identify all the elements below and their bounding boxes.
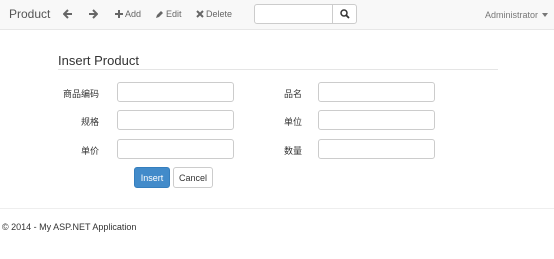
delete-label: Delete <box>206 9 233 19</box>
footer-divider <box>0 208 554 209</box>
unit-price-input[interactable] <box>117 139 234 159</box>
user-menu[interactable]: Administrator <box>485 10 548 20</box>
quantity-input[interactable] <box>318 139 435 159</box>
search-icon <box>339 9 350 19</box>
form-title: Insert Product <box>58 53 139 68</box>
search-button[interactable] <box>332 4 357 24</box>
edit-button[interactable]: Edit <box>155 9 182 19</box>
product-code-input[interactable] <box>117 82 234 102</box>
insert-button[interactable]: Insert <box>134 167 170 188</box>
navbar: Product Add Edit Delete Administrator <box>0 0 554 30</box>
arrow-right-icon <box>89 9 98 19</box>
back-button[interactable] <box>63 9 73 19</box>
plus-icon <box>115 10 123 18</box>
label-product-name: 品名 <box>283 89 302 99</box>
delete-button[interactable]: Delete <box>196 9 232 19</box>
cancel-button[interactable]: Cancel <box>173 167 213 188</box>
title-divider <box>58 69 498 70</box>
unit-input[interactable] <box>318 110 435 130</box>
add-label: Add <box>125 9 142 19</box>
label-unit: 单位 <box>283 117 302 127</box>
user-name: Administrator <box>484 10 538 20</box>
label-quantity: 数量 <box>283 146 302 156</box>
label-unit-price: 单价 <box>80 146 99 156</box>
search-input[interactable] <box>254 4 333 24</box>
label-product-code: 商品编码 <box>62 89 99 99</box>
spec-input[interactable] <box>117 110 234 130</box>
caret-down-icon <box>542 13 548 17</box>
product-name-input[interactable] <box>318 82 435 102</box>
forward-button[interactable] <box>88 9 98 19</box>
add-button[interactable]: Add <box>115 9 141 19</box>
label-spec: 规格 <box>80 117 99 127</box>
brand-link[interactable]: Product <box>9 7 50 21</box>
arrow-left-icon <box>63 9 72 19</box>
pencil-icon <box>156 10 163 18</box>
footer-text: © 2014 - My ASP.NET Application <box>2 222 137 232</box>
edit-label: Edit <box>166 9 182 19</box>
remove-icon <box>196 10 204 18</box>
